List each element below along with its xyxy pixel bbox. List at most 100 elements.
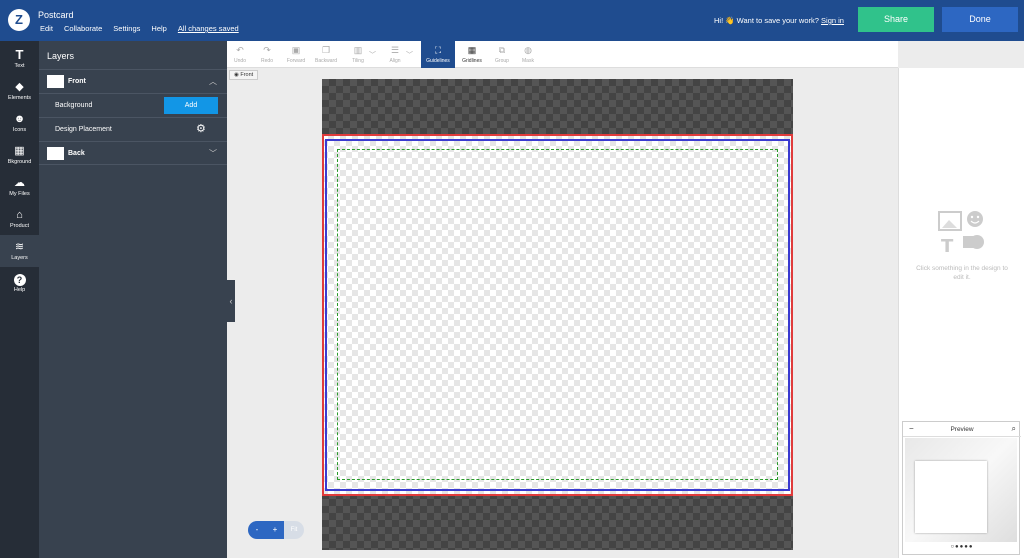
- align-icon: ☰: [390, 45, 400, 55]
- zoom-out-button[interactable]: -: [248, 521, 266, 539]
- empty-state-text: Click something in the design to edit it…: [916, 265, 1008, 281]
- tool-label: Redo: [261, 58, 273, 64]
- cloud-upload-icon: ☁: [14, 177, 25, 189]
- layer-front[interactable]: Front ︿: [39, 69, 227, 93]
- bring-forward-icon: ▣: [291, 45, 301, 55]
- menu-edit[interactable]: Edit: [40, 24, 53, 33]
- redo-button[interactable]: ↷ Redo: [254, 41, 280, 68]
- main-menu: Edit Collaborate Settings Help All chang…: [40, 24, 250, 33]
- smiley-icon: ☻: [13, 113, 26, 125]
- rail-background[interactable]: ▦ Bkground: [0, 139, 39, 171]
- redo-icon: ↷: [263, 45, 271, 55]
- rail-help[interactable]: ? Help: [0, 269, 39, 301]
- elements-icon: ◆: [15, 81, 24, 93]
- rail-label: Product: [10, 223, 29, 229]
- layer-background-row: Background Add: [39, 93, 227, 117]
- preview-title: Preview: [950, 426, 974, 433]
- layer-name: Front: [68, 78, 86, 85]
- menu-settings[interactable]: Settings: [113, 24, 140, 33]
- safe-area-guideline: [337, 149, 778, 480]
- guidelines-button[interactable]: ⛶ Guidelines: [421, 41, 455, 68]
- gear-icon[interactable]: ⚙: [196, 122, 206, 136]
- rail-text[interactable]: T Text: [0, 43, 39, 75]
- tool-label: Forward: [286, 58, 306, 64]
- forward-button[interactable]: ▣ Forward: [283, 41, 309, 68]
- rail-my-files[interactable]: ☁ My Files: [0, 171, 39, 203]
- save-status-link[interactable]: All changes saved: [178, 24, 239, 33]
- done-button[interactable]: Done: [942, 7, 1018, 32]
- rail-label: Elements: [8, 95, 31, 101]
- undo-icon: ↶: [236, 45, 244, 55]
- side-label: Front: [240, 72, 254, 78]
- group-icon: ⧉: [498, 45, 506, 55]
- gridlines-button[interactable]: ▦ Gridlines: [458, 41, 486, 68]
- share-button[interactable]: Share: [858, 7, 934, 32]
- tool-label: Align: [389, 58, 401, 64]
- document-title[interactable]: Postcard: [38, 10, 74, 20]
- layer-name: Back: [68, 150, 85, 157]
- tool-label: Tiling: [352, 58, 364, 64]
- tiling-icon: ▥: [353, 45, 363, 55]
- tool-label: Group: [495, 58, 509, 64]
- rail-elements[interactable]: ◆ Elements: [0, 75, 39, 107]
- save-prompt: Hi! 👋 Want to save your work? Sign in: [714, 16, 844, 25]
- chevron-up-icon[interactable]: ︿: [209, 76, 217, 87]
- chevron-down-icon[interactable]: ﹀: [209, 148, 217, 159]
- help-icon: ?: [13, 274, 26, 286]
- rail-layers[interactable]: ≋ Layers: [0, 235, 39, 267]
- rail-label: Help: [13, 287, 26, 293]
- rail-label: Bkground: [7, 159, 32, 165]
- save-prompt-text: Hi! 👋 Want to save your work?: [714, 16, 819, 25]
- rail-icons[interactable]: ☻ Icons: [0, 107, 39, 139]
- rail-label: Icons: [12, 127, 27, 133]
- design-placement-row: Design Placement ⚙: [39, 117, 227, 141]
- logo-icon[interactable]: Z: [8, 9, 30, 31]
- preview-pagination[interactable]: ○●●●●: [903, 544, 1021, 550]
- zoom-in-button[interactable]: +: [266, 521, 284, 539]
- preview-header: − Preview ⌕: [903, 422, 1021, 437]
- magnify-icon[interactable]: ⌕: [1012, 424, 1016, 434]
- text-icon: T: [15, 47, 24, 62]
- preview-postcard: [915, 461, 987, 533]
- group-button[interactable]: ⧉ Group: [489, 41, 515, 68]
- tool-label: Backward: [315, 58, 337, 64]
- top-header: Z Postcard Edit Collaborate Settings Hel…: [0, 0, 1024, 41]
- add-background-button[interactable]: Add: [164, 97, 218, 114]
- sign-in-link[interactable]: Sign in: [821, 16, 844, 25]
- background-label: Background: [55, 102, 93, 109]
- preview-window: − Preview ⌕ ○●●●●: [902, 421, 1021, 555]
- guidelines-icon: ⛶: [434, 45, 442, 55]
- rail-label: Layers: [11, 255, 28, 261]
- chevron-down-icon[interactable]: ﹀: [406, 50, 413, 60]
- design-placement-label: Design Placement: [55, 126, 112, 133]
- eye-icon: ◉: [234, 72, 239, 78]
- panel-title: Layers: [47, 51, 75, 61]
- background-icon: ▦: [14, 145, 25, 157]
- mask-button[interactable]: ◍ Mask: [515, 41, 541, 68]
- rail-product[interactable]: ⌂ Product: [0, 203, 39, 235]
- side-indicator: ◉ Front: [229, 70, 259, 80]
- product-icon: ⌂: [16, 209, 23, 221]
- layer-thumbnail: [47, 147, 64, 160]
- zoom-control: - + Fit: [248, 521, 304, 539]
- tool-label: Gridlines: [462, 58, 482, 64]
- zoom-fit-button[interactable]: Fit: [284, 521, 304, 539]
- chevron-down-icon[interactable]: ﹀: [369, 50, 376, 60]
- menu-help[interactable]: Help: [151, 24, 166, 33]
- backward-button[interactable]: ❐ Backward: [313, 41, 339, 68]
- svg-text:T: T: [941, 236, 954, 256]
- preview-image: [905, 438, 1017, 542]
- editor-toolbar: ↶ Undo ↷ Redo ▣ Forward ❐ Backward ▥ Til…: [227, 41, 898, 68]
- layer-back[interactable]: Back ﹀: [39, 141, 227, 165]
- collapse-panel-handle[interactable]: ‹: [227, 280, 235, 322]
- layer-thumbnail: [47, 75, 64, 88]
- tool-label: Guidelines: [426, 58, 450, 64]
- undo-button[interactable]: ↶ Undo: [227, 41, 253, 68]
- menu-collaborate[interactable]: Collaborate: [64, 24, 102, 33]
- rail-label: My Files: [9, 191, 30, 197]
- tiling-button[interactable]: ▥ Tiling: [345, 41, 371, 68]
- design-elements-icon: T: [937, 206, 987, 257]
- layers-icon: ≋: [14, 241, 25, 253]
- tool-label: Undo: [234, 58, 246, 64]
- align-button[interactable]: ☰ Align: [382, 41, 408, 68]
